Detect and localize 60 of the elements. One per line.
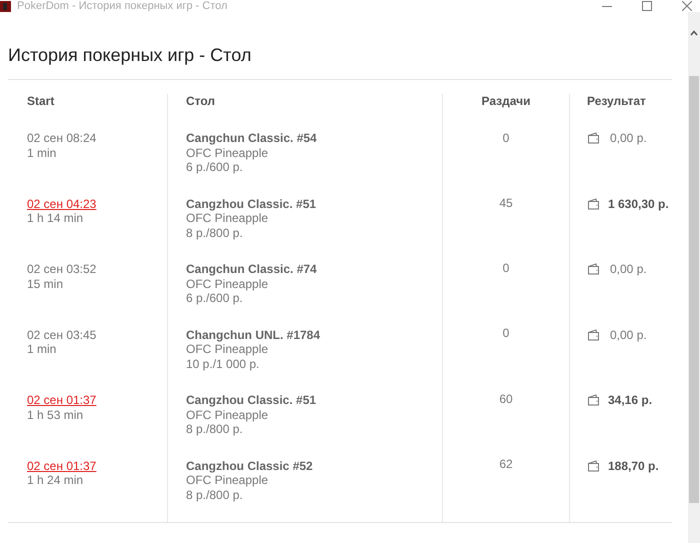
game-duration: 1 min [27,342,56,356]
column-header: Стол [186,94,216,110]
column-header: Раздачи [482,94,530,110]
app-logo-icon [0,0,11,12]
window-title: PokerDom - История покерных игр - Стол [17,0,228,12]
table-stakes: 10 р./1 000 р. [186,356,260,371]
wallet-icon [587,132,600,144]
game-result: 0,00 р. [610,262,647,276]
table-stakes: 8 р./800 р. [186,488,243,502]
table-name: Changchun UNL. #1784 [186,328,320,342]
wallet-icon [587,263,600,276]
scrollbar[interactable] [688,12,700,543]
table-name: Cangchun Classic. #74 [186,262,317,276]
game-start-time[interactable]: 02 сен 01:37 [27,458,96,473]
hands-count: 0 [502,326,510,340]
game-result: 1 630,30 р. [608,196,669,211]
game-type: OFC Pineapple [186,408,268,422]
table-name: Cangzhou Classic. #51 [186,393,316,408]
hands-count: 0 [502,130,510,145]
table-name: Cangchun Classic. #54 [186,131,317,146]
game-result: 0,00 р. [610,328,647,342]
game-start-time[interactable]: 02 сен 04:23 [27,196,96,211]
game-result: 188,70 р. [608,458,659,473]
table-stakes: 6 р./600 р. [186,291,243,306]
page-heading: История покерных игр - Стол [8,44,252,66]
scroll-up-icon[interactable] [690,30,698,36]
game-start-time: 02 сен 03:45 [27,328,96,342]
game-type: OFC Pineapple [186,276,268,291]
close-icon[interactable] [682,1,692,11]
wallet-icon [587,328,600,341]
table-stakes: 8 р./800 р. [186,422,243,436]
game-type: OFC Pineapple [186,211,268,226]
game-duration: 1 min [27,146,56,160]
hands-count: 60 [499,392,513,406]
maximize-icon[interactable] [642,1,652,11]
wallet-icon [587,198,600,210]
game-result: 0,00 р. [610,131,647,146]
game-type: OFC Pineapple [186,146,268,160]
scrollbar-thumb[interactable] [689,76,699,503]
game-start-time[interactable]: 02 сен 01:37 [27,393,96,408]
table-stakes: 6 р./600 р. [186,160,243,174]
game-type: OFC Pineapple [186,342,268,356]
table-name: Cangzhou Classic #52 [186,458,313,473]
game-start-time: 02 сен 03:52 [27,262,96,276]
wallet-icon [587,460,600,472]
hands-count: 0 [502,261,510,276]
table-stakes: 8 р./800 р. [186,226,243,240]
game-duration: 1 h 24 min [27,473,84,488]
hands-count: 62 [499,456,513,471]
game-duration: 1 h 14 min [27,211,84,226]
wallet-icon [587,394,600,406]
column-header: Start [27,94,56,110]
table-name: Cangzhou Classic. #51 [186,196,316,211]
game-type: OFC Pineapple [186,473,268,488]
hands-count: 45 [499,196,513,210]
game-result: 34,16 р. [608,393,652,408]
game-duration: 15 min [27,276,64,291]
game-start-time: 02 сен 08:24 [27,131,96,146]
column-header: Результат [587,94,647,110]
game-duration: 1 h 53 min [27,408,84,422]
